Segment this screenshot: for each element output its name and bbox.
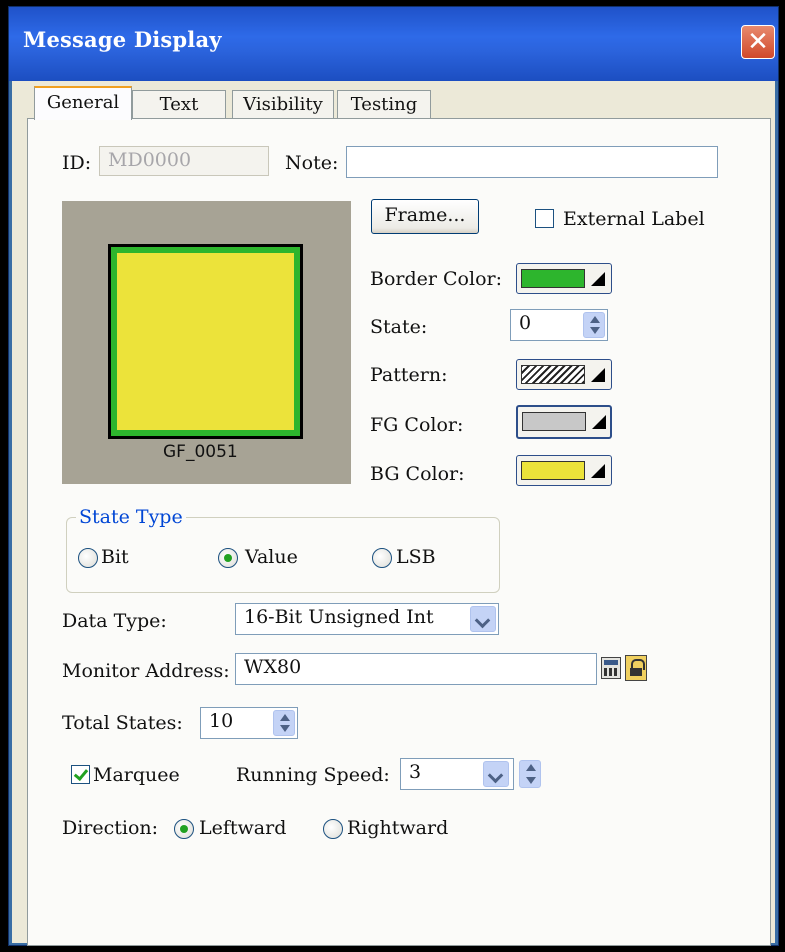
tab-visibility[interactable]: Visibility — [232, 90, 334, 120]
running-speed-label: Running Speed: — [236, 764, 390, 786]
radio-bit[interactable] — [78, 548, 98, 568]
bg-color-label: BG Color: — [370, 463, 465, 485]
fg-color-swatch — [522, 412, 586, 431]
running-speed-select[interactable]: 3 — [400, 758, 514, 790]
preview-swatch — [108, 244, 303, 439]
state-stepper[interactable]: 0 — [510, 309, 608, 341]
tab-general-label: General — [46, 92, 120, 113]
pattern-button[interactable] — [516, 359, 612, 390]
total-states-stepper[interactable]: 10 — [200, 707, 298, 739]
chevron-down-icon[interactable] — [483, 761, 509, 787]
border-color-swatch — [521, 269, 585, 288]
radio-rightward[interactable] — [323, 819, 343, 839]
fg-color-label: FG Color: — [370, 414, 464, 436]
fg-color-button[interactable] — [516, 405, 612, 439]
radio-bit-label: Bit — [101, 546, 129, 568]
chevron-down-icon[interactable] — [470, 606, 496, 632]
data-type-select[interactable]: 16-Bit Unsigned Int — [235, 603, 499, 635]
radio-lsb-label: LSB — [396, 546, 436, 568]
address-tag-icon[interactable] — [625, 655, 647, 681]
radio-value[interactable] — [218, 548, 238, 568]
spinner-icon[interactable] — [583, 312, 605, 338]
id-value: MD0000 — [108, 149, 192, 171]
note-field[interactable] — [346, 146, 718, 178]
tab-text-label: Text — [159, 94, 199, 115]
tab-testing-label: Testing — [350, 94, 418, 115]
monitor-address-value: WX80 — [244, 656, 302, 678]
id-field: MD0000 — [99, 146, 269, 176]
state-value: 0 — [519, 312, 532, 334]
state-label: State: — [370, 316, 428, 338]
radio-lsb[interactable] — [372, 548, 392, 568]
preview-fill — [117, 253, 294, 430]
running-speed-spinner-icon[interactable] — [519, 760, 541, 788]
direction-label: Direction: — [62, 817, 159, 839]
close-icon: ✕ — [747, 27, 769, 57]
note-label: Note: — [285, 152, 339, 174]
tab-general[interactable]: General — [34, 86, 132, 120]
radio-leftward[interactable] — [174, 819, 194, 839]
running-speed-value: 3 — [409, 761, 422, 783]
tab-text[interactable]: Text — [132, 90, 226, 120]
border-color-button[interactable] — [516, 263, 612, 294]
tab-visibility-label: Visibility — [243, 94, 323, 115]
bg-color-button[interactable] — [516, 455, 612, 486]
total-states-label: Total States: — [62, 712, 183, 734]
dropdown-arrow-icon — [591, 464, 605, 478]
border-color-label: Border Color: — [370, 268, 502, 290]
spinner-icon[interactable] — [273, 710, 295, 736]
dropdown-arrow-icon — [592, 415, 606, 429]
marquee-label: Marquee — [93, 764, 180, 786]
radio-leftward-label: Leftward — [199, 817, 287, 839]
data-type-value: 16-Bit Unsigned Int — [244, 606, 434, 628]
marquee-checkbox[interactable] — [71, 765, 90, 784]
preview-caption: GF_0051 — [163, 442, 238, 462]
frame-button[interactable]: Frame... — [371, 199, 479, 234]
pattern-swatch — [521, 365, 585, 384]
total-states-value: 10 — [209, 710, 234, 732]
frame-button-label: Frame... — [384, 204, 466, 226]
window-title: Message Display — [23, 27, 222, 52]
bg-color-swatch — [521, 461, 585, 480]
radio-value-label: Value — [245, 546, 298, 568]
radio-rightward-label: Rightward — [347, 817, 449, 839]
tab-testing[interactable]: Testing — [337, 90, 431, 120]
dropdown-arrow-icon — [591, 272, 605, 286]
calculator-icon[interactable] — [601, 657, 621, 679]
state-type-title: State Type — [76, 506, 186, 528]
monitor-address-label: Monitor Address: — [62, 660, 230, 682]
monitor-address-field[interactable]: WX80 — [235, 653, 597, 685]
pattern-label: Pattern: — [370, 364, 448, 386]
data-type-label: Data Type: — [62, 610, 167, 632]
external-label-checkbox[interactable] — [535, 209, 554, 228]
dropdown-arrow-icon — [591, 368, 605, 382]
id-label: ID: — [62, 152, 92, 174]
close-button[interactable]: ✕ — [741, 25, 775, 59]
title-bar[interactable]: Message Display ✕ — [9, 7, 778, 81]
external-label-text: External Label — [563, 208, 705, 230]
